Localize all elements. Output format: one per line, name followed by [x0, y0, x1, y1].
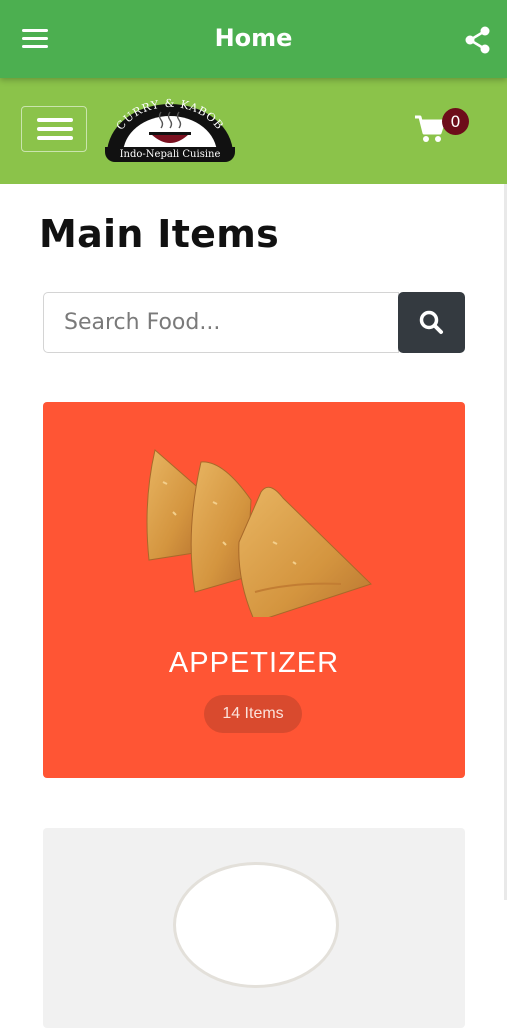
nav-toggle-button[interactable]	[21, 106, 87, 152]
share-icon[interactable]	[465, 26, 491, 54]
search-icon	[419, 310, 443, 334]
app-bar: Home	[0, 0, 507, 78]
search-button[interactable]	[398, 292, 465, 353]
cart-count-badge: 0	[442, 108, 469, 135]
dumplings-image	[173, 862, 339, 988]
site-header: CURRY & KABOB Indo-Nepali Cuisine 0	[0, 78, 507, 184]
search-bar	[43, 292, 465, 353]
logo-tagline: Indo-Nepali Cuisine	[105, 147, 235, 162]
category-card-second[interactable]	[43, 828, 465, 1028]
search-input[interactable]	[43, 292, 399, 353]
category-card-appetizer[interactable]: APPETIZER 14 Items	[43, 402, 465, 778]
item-count-badge: 14 Items	[204, 695, 302, 733]
cart-icon[interactable]	[414, 112, 446, 144]
restaurant-logo[interactable]: CURRY & KABOB Indo-Nepali Cuisine	[99, 96, 241, 164]
samosa-image	[146, 449, 372, 617]
app-bar-title: Home	[214, 24, 293, 52]
category-name: APPETIZER	[168, 647, 340, 679]
page-title: Main Items	[39, 212, 280, 256]
